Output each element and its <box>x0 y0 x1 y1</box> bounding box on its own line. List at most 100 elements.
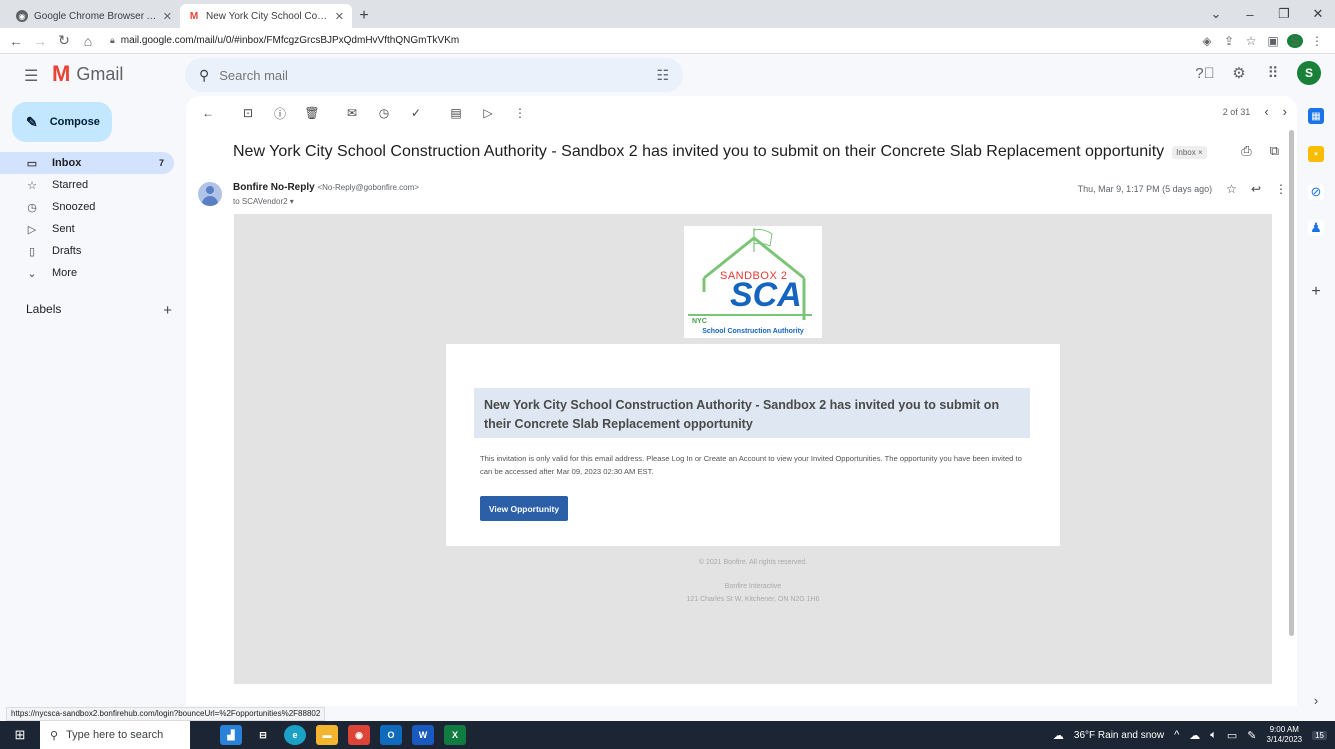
onedrive-icon[interactable]: ☁ <box>1189 729 1200 742</box>
more-options-icon[interactable]: ⋮ <box>510 103 530 123</box>
windows-start-icon[interactable]: ⊞ <box>0 721 40 749</box>
search-input[interactable] <box>219 67 647 83</box>
sca-logo: SANDBOX 2 SCA NYC School Construction Au… <box>684 226 822 338</box>
expand-panel-icon[interactable]: › <box>1308 692 1324 708</box>
snooze-icon[interactable]: ◷ <box>374 103 394 123</box>
help-icon[interactable]: ?⃝ <box>1195 65 1215 82</box>
tab-search-icon[interactable]: ⌄ <box>1199 0 1233 28</box>
print-icon[interactable]: ⎙ <box>1241 143 1251 159</box>
back-to-inbox-icon[interactable]: ← <box>198 103 218 123</box>
share-icon[interactable]: ⇪ <box>1221 34 1237 48</box>
notification-badge[interactable]: 15 <box>1312 730 1327 740</box>
address-bar[interactable]: 🔒︎ mail.google.com/mail/u/0/#inbox/FMfcg… <box>102 31 1195 51</box>
outlook-icon[interactable]: O <box>380 725 402 745</box>
search-options-icon[interactable]: ☷ <box>656 67 669 84</box>
forward-icon[interactable]: → <box>30 31 50 51</box>
new-tab-button[interactable]: + <box>352 4 376 28</box>
email-body: SANDBOX 2 SCA NYC School Construction Au… <box>234 214 1272 684</box>
file-explorer-icon[interactable]: ▬ <box>316 725 338 745</box>
close-window-icon[interactable]: ✕ <box>1301 0 1335 28</box>
profile-icon[interactable]: S <box>1287 33 1303 48</box>
tasks-icon[interactable]: ⊘ <box>1308 184 1324 200</box>
system-tray: ☁ 36°F Rain and snow ^ ☁ 🔈︎ ▭ ✎ 9:00 AM … <box>1053 721 1327 749</box>
add-addon-icon[interactable]: + <box>1308 283 1324 300</box>
sidebar-item-sent[interactable]: ▷ Sent <box>0 218 174 240</box>
home-icon[interactable]: ⌂ <box>78 31 98 51</box>
network-icon[interactable]: ▭ <box>1227 729 1237 742</box>
sidebar-item-label: More <box>52 267 78 279</box>
browser-tabstrip: ◉ Google Chrome Browser Applicat ✕ M New… <box>0 0 1335 28</box>
reload-icon[interactable]: ↻ <box>54 31 74 51</box>
contacts-icon[interactable]: ♟ <box>1308 220 1324 236</box>
lock-icon[interactable]: 🔒︎ <box>110 35 115 46</box>
extension-icon[interactable]: ◈ <box>1199 34 1215 48</box>
sidebar-item-more[interactable]: ⌄ More <box>0 262 174 284</box>
account-avatar[interactable]: S <box>1297 61 1321 85</box>
reply-icon[interactable]: ↩ <box>1251 182 1261 196</box>
bookmark-star-icon[interactable]: ☆ <box>1243 34 1259 48</box>
pen-icon[interactable]: ✎ <box>1247 729 1256 742</box>
clock[interactable]: 9:00 AM 3/14/2023 <box>1267 725 1303 745</box>
delete-icon[interactable]: 🗑︎ <box>302 103 322 123</box>
apps-grid-icon[interactable]: ⠿ <box>1263 64 1283 82</box>
newer-icon[interactable]: ‹ <box>1264 104 1268 119</box>
restore-icon[interactable]: ❐ <box>1267 0 1301 28</box>
menu-dots-icon[interactable]: ⋮ <box>1309 34 1325 48</box>
scrollbar[interactable] <box>1289 130 1294 636</box>
back-icon[interactable]: ← <box>6 31 26 51</box>
mark-unread-icon[interactable]: ✉ <box>342 103 362 123</box>
add-label-icon[interactable]: + <box>163 302 172 319</box>
sidepanel-icon[interactable]: ▣ <box>1265 34 1281 48</box>
word-icon[interactable]: W <box>412 725 434 745</box>
unread-count: 7 <box>158 158 164 168</box>
sender-avatar[interactable] <box>198 182 222 206</box>
gmail-logo[interactable]: M Gmail <box>52 62 123 86</box>
more-vert-icon[interactable]: ⋮ <box>1275 182 1287 196</box>
older-icon[interactable]: › <box>1283 104 1287 119</box>
excel-icon[interactable]: X <box>444 725 466 745</box>
labels-heading: Labels <box>26 302 62 316</box>
edge-icon[interactable]: e <box>284 725 306 745</box>
sidebar-item-snoozed[interactable]: ◷ Snoozed <box>0 196 174 218</box>
inbox-label-chip[interactable]: Inbox × <box>1172 145 1207 159</box>
sidebar-item-drafts[interactable]: ▯ Drafts <box>0 240 174 262</box>
close-tab-icon[interactable]: ✕ <box>163 10 172 23</box>
close-tab-icon[interactable]: ✕ <box>335 10 344 23</box>
report-spam-icon[interactable]: ⓘ <box>270 103 290 123</box>
recipient-details[interactable]: to SCAVendor2 ▾ <box>233 197 294 206</box>
taskbar-search[interactable]: ⚲ Type here to search <box>40 721 190 749</box>
archive-icon[interactable]: ⊡ <box>238 103 258 123</box>
volume-icon[interactable]: 🔈︎ <box>1210 729 1217 742</box>
labels-section: Labels + <box>26 302 172 319</box>
browser-tab-2[interactable]: M New York City School Constructi ✕ <box>180 4 352 28</box>
view-opportunity-button[interactable]: View Opportunity <box>480 496 568 521</box>
sidebar-item-inbox[interactable]: ▭ Inbox 7 <box>0 152 174 174</box>
invitation-card: New York City School Construction Author… <box>446 344 1060 546</box>
search-icon[interactable]: ⚲ <box>199 67 209 84</box>
label-icon[interactable]: ▷ <box>478 103 498 123</box>
open-new-window-icon[interactable]: ⧉ <box>1270 143 1279 159</box>
move-to-icon[interactable]: ▤ <box>446 103 466 123</box>
gmail-header: ☰ M Gmail ⚲ ☷ ?⃝ ⚙ ⠿ S <box>0 54 1335 96</box>
sca-fullname: School Construction Authority <box>702 328 804 335</box>
calendar-icon[interactable]: ▦ <box>1308 108 1324 124</box>
browser-tab-1[interactable]: ◉ Google Chrome Browser Applicat ✕ <box>8 4 180 28</box>
compose-button[interactable]: ✎ Compose <box>12 102 112 142</box>
email-subject: New York City School Construction Author… <box>233 143 1165 160</box>
task-view-icon[interactable]: ⊟ <box>252 725 274 745</box>
footer-address: 121 Charles St W, Kitchener, ON N2G 1H6 <box>686 596 820 603</box>
gmail-m-icon: M <box>52 61 71 86</box>
minimize-icon[interactable]: – <box>1233 0 1267 28</box>
widgets-app-icon[interactable]: ▟ <box>220 725 242 745</box>
settings-gear-icon[interactable]: ⚙ <box>1229 64 1249 82</box>
star-icon[interactable]: ☆ <box>1226 182 1237 196</box>
sidebar-item-starred[interactable]: ☆ Starred <box>0 174 174 196</box>
main-menu-icon[interactable]: ☰ <box>24 66 38 86</box>
compose-label: Compose <box>49 116 100 128</box>
keep-icon[interactable]: ▪ <box>1308 146 1324 162</box>
sender-name[interactable]: Bonfire No-Reply <box>233 182 315 193</box>
tray-chevron-icon[interactable]: ^ <box>1174 729 1179 741</box>
add-task-icon[interactable]: ✓ <box>406 103 426 123</box>
chrome-taskbar-icon[interactable]: ◉ <box>348 725 370 745</box>
weather-text[interactable]: 36°F Rain and snow <box>1074 730 1164 741</box>
